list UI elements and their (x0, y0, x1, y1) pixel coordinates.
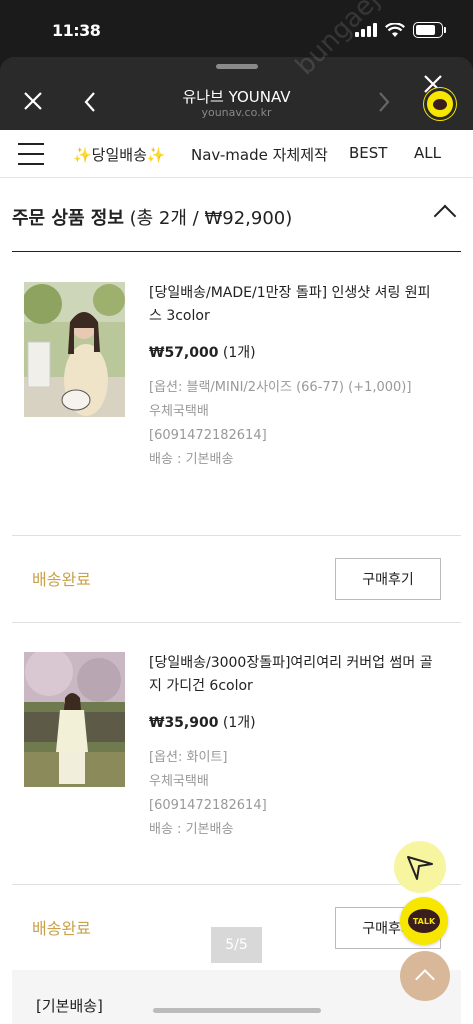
page-indicator: 5/5 (211, 927, 262, 963)
product-price: ₩57,000 (1개) (149, 345, 256, 361)
wifi-icon (385, 22, 405, 37)
product-name[interactable]: [당일배송/MADE/1만장 돌파] 인생샷 셔링 원피스 3color (149, 282, 439, 328)
product-image[interactable] (24, 282, 125, 417)
product-price: ₩35,900 (1개) (149, 715, 256, 731)
category-same-day[interactable]: ✨당일배송✨ (73, 144, 166, 165)
tracking-number[interactable]: [6091472182614] (149, 424, 439, 448)
order-status-row: 배송완료 구매후기 (12, 536, 461, 622)
shipping-method: 배송 : 기본배송 (149, 452, 234, 467)
tracking-number[interactable]: [6091472182614] (149, 794, 439, 818)
product-info: [당일배송/3000장돌파]여리여리 커버업 썸머 골지 가디건 6color … (149, 652, 439, 842)
status-icons (355, 22, 446, 38)
forward-arrow-icon[interactable] (376, 90, 392, 114)
status-bar: 11:38 (0, 0, 473, 60)
category-best[interactable]: BEST (349, 144, 387, 162)
shipping-method: 배송 : 기본배송 (149, 822, 234, 837)
chevron-up-icon[interactable] (433, 204, 457, 228)
order-section-header[interactable]: 주문 상품 정보 (총 2개 / ₩92,900) (12, 200, 461, 252)
chevron-up-icon (415, 969, 435, 989)
kakao-chat-icon[interactable] (424, 88, 456, 120)
category-nav: ✨당일배송✨ Nav-made 자체제작 BEST ALL (0, 130, 473, 178)
status-time: 11:38 (52, 21, 101, 40)
divider (12, 622, 461, 623)
product-image[interactable] (24, 652, 125, 787)
page-title: 유나브 YOUNAV (182, 88, 291, 106)
menu-icon[interactable] (18, 143, 44, 165)
sheet-grabber[interactable] (216, 64, 258, 69)
kakao-talk-button[interactable]: TALK (400, 897, 448, 945)
write-review-button[interactable]: 구매후기 (335, 558, 441, 600)
page-url: younav.co.kr (201, 106, 272, 119)
product-name[interactable]: [당일배송/3000장돌파]여리여리 커버업 썸머 골지 가디건 6color (149, 652, 439, 698)
delivery-status: 배송완료 (32, 919, 91, 938)
home-indicator[interactable] (153, 1008, 321, 1013)
talk-icon: TALK (408, 909, 440, 933)
delivery-status: 배송완료 (32, 570, 91, 589)
product-option: [옵션: 화이트] (149, 750, 228, 765)
category-all[interactable]: ALL (414, 144, 441, 162)
category-nav-made[interactable]: Nav-made 자체제작 (191, 144, 328, 165)
scroll-to-top-button[interactable] (400, 951, 450, 1001)
order-title: 주문 상품 정보 (총 2개 / ₩92,900) (12, 208, 293, 229)
shipping-carrier: 우체국택배 (149, 404, 209, 419)
product-option: [옵션: 블랙/MINI/2사이즈 (66-77) (+1,000)] (149, 380, 412, 395)
battery-icon (413, 22, 446, 38)
product-info: [당일배송/MADE/1만장 돌파] 인생샷 셔링 원피스 3color ₩57… (149, 282, 439, 472)
shipping-type-label: [기본배송] (36, 997, 103, 1015)
shipping-carrier: 우체국택배 (149, 774, 209, 789)
send-icon[interactable] (394, 841, 446, 893)
